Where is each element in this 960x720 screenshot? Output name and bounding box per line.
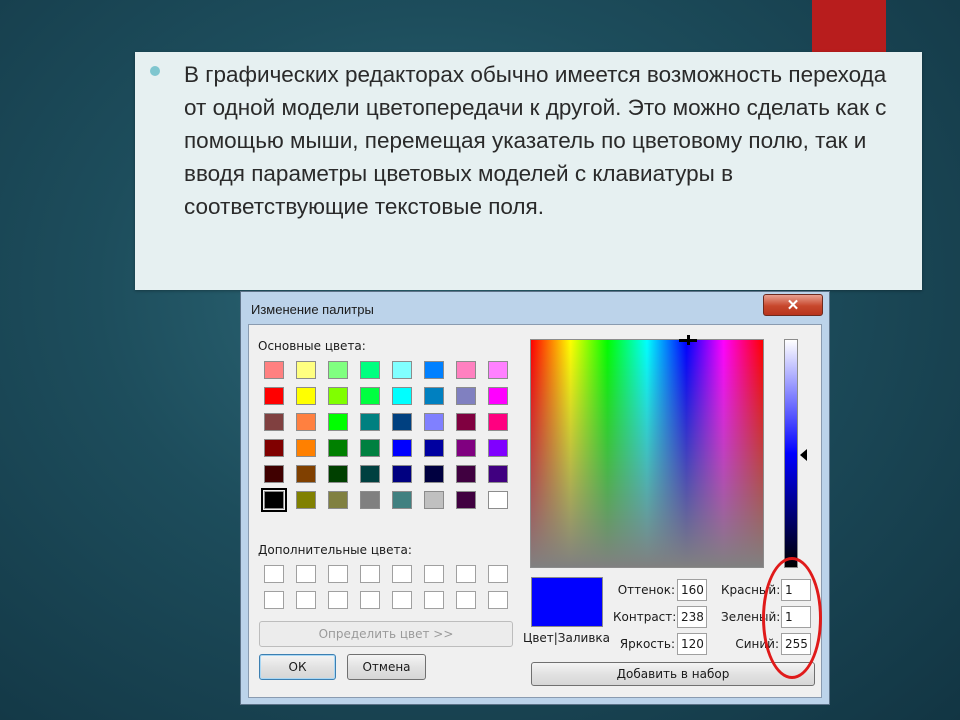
color-spectrum-field[interactable] [530, 339, 764, 568]
color-swatch[interactable] [296, 361, 316, 379]
color-swatch[interactable] [392, 413, 412, 431]
slide-accent-bar [812, 0, 886, 54]
color-swatch[interactable] [424, 465, 444, 483]
color-swatch[interactable] [392, 491, 412, 509]
dialog-title: Изменение палитры [251, 302, 374, 317]
custom-color-swatch[interactable] [392, 565, 412, 583]
define-custom-colors-button[interactable]: Определить цвет >> [259, 621, 513, 647]
color-swatch[interactable] [488, 491, 508, 509]
color-swatch[interactable] [488, 465, 508, 483]
color-swatch[interactable] [424, 413, 444, 431]
color-swatch[interactable] [456, 491, 476, 509]
custom-colors-label: Дополнительные цвета: [258, 543, 412, 557]
color-swatch[interactable] [328, 491, 348, 509]
color-swatch[interactable] [360, 465, 380, 483]
custom-color-swatch[interactable] [392, 591, 412, 609]
color-swatch[interactable] [360, 439, 380, 457]
ok-button[interactable]: ОК [259, 654, 336, 680]
custom-color-swatch[interactable] [296, 591, 316, 609]
color-swatch[interactable] [424, 361, 444, 379]
color-swatch[interactable] [424, 387, 444, 405]
color-swatch[interactable] [360, 361, 380, 379]
color-swatch[interactable] [296, 387, 316, 405]
color-swatch[interactable] [456, 361, 476, 379]
color-swatch[interactable] [296, 491, 316, 509]
color-swatch[interactable] [424, 491, 444, 509]
color-swatch[interactable] [296, 413, 316, 431]
color-solid-label: Цвет|Заливка [523, 631, 610, 645]
highlight-annotation [762, 557, 822, 679]
custom-color-swatch[interactable] [424, 565, 444, 583]
custom-color-swatch[interactable] [456, 565, 476, 583]
color-swatch[interactable] [328, 361, 348, 379]
color-swatch[interactable] [296, 439, 316, 457]
color-swatch[interactable] [264, 465, 284, 483]
color-swatch[interactable] [456, 465, 476, 483]
hue-field[interactable]: 160 [677, 579, 707, 601]
spectrum-crosshair-icon [679, 335, 697, 345]
dialog-titlebar[interactable]: Изменение палитры ✕ [241, 292, 829, 324]
cancel-button[interactable]: Отмена [347, 654, 426, 680]
slide-bullet-text: В графических редакторах обычно имеется … [184, 62, 887, 219]
color-swatch[interactable] [264, 413, 284, 431]
color-swatch[interactable] [488, 387, 508, 405]
custom-color-swatch[interactable] [296, 565, 316, 583]
bullet-icon [150, 66, 160, 76]
basic-colors-label: Основные цвета: [258, 339, 366, 353]
custom-color-swatch[interactable] [264, 591, 284, 609]
color-swatch[interactable] [424, 439, 444, 457]
custom-color-swatch[interactable] [360, 591, 380, 609]
custom-color-swatch[interactable] [488, 591, 508, 609]
color-swatch[interactable] [392, 465, 412, 483]
custom-color-swatch[interactable] [328, 591, 348, 609]
color-swatch[interactable] [328, 439, 348, 457]
close-icon: ✕ [786, 297, 800, 314]
color-swatch[interactable] [360, 387, 380, 405]
color-swatch[interactable] [456, 413, 476, 431]
color-swatch[interactable] [360, 413, 380, 431]
luminosity-slider[interactable] [784, 339, 798, 568]
color-swatch[interactable] [360, 491, 380, 509]
color-swatch[interactable] [488, 413, 508, 431]
close-button[interactable]: ✕ [763, 294, 823, 316]
color-swatch[interactable] [392, 387, 412, 405]
saturation-label: Контраст: [613, 610, 677, 624]
custom-color-swatch[interactable] [456, 591, 476, 609]
color-swatch[interactable] [488, 361, 508, 379]
custom-color-swatch[interactable] [264, 565, 284, 583]
luminosity-arrow-icon[interactable] [800, 449, 807, 461]
color-preview-swatch [531, 577, 603, 627]
color-swatch[interactable] [456, 387, 476, 405]
color-swatch[interactable] [328, 387, 348, 405]
luminosity-label: Яркость: [619, 637, 675, 651]
color-swatch[interactable] [392, 361, 412, 379]
luminosity-field[interactable]: 120 [677, 633, 707, 655]
color-swatch[interactable] [264, 439, 284, 457]
color-swatch[interactable] [328, 413, 348, 431]
color-swatch[interactable] [328, 465, 348, 483]
color-swatch[interactable] [264, 361, 284, 379]
color-swatch[interactable] [456, 439, 476, 457]
color-swatch[interactable] [296, 465, 316, 483]
color-swatch[interactable] [392, 439, 412, 457]
hue-label: Оттенок: [617, 583, 675, 597]
color-swatch[interactable] [261, 488, 287, 512]
saturation-field[interactable]: 238 [677, 606, 707, 628]
color-swatch[interactable] [264, 387, 284, 405]
color-swatch[interactable] [488, 439, 508, 457]
edit-colors-dialog: Изменение палитры ✕ Основные цвета: Допо… [240, 291, 830, 705]
dialog-client-area: Основные цвета: Дополнительные цвета: Оп… [248, 324, 822, 698]
custom-color-swatch[interactable] [424, 591, 444, 609]
custom-color-swatch[interactable] [328, 565, 348, 583]
custom-color-swatch[interactable] [488, 565, 508, 583]
custom-color-swatch[interactable] [360, 565, 380, 583]
